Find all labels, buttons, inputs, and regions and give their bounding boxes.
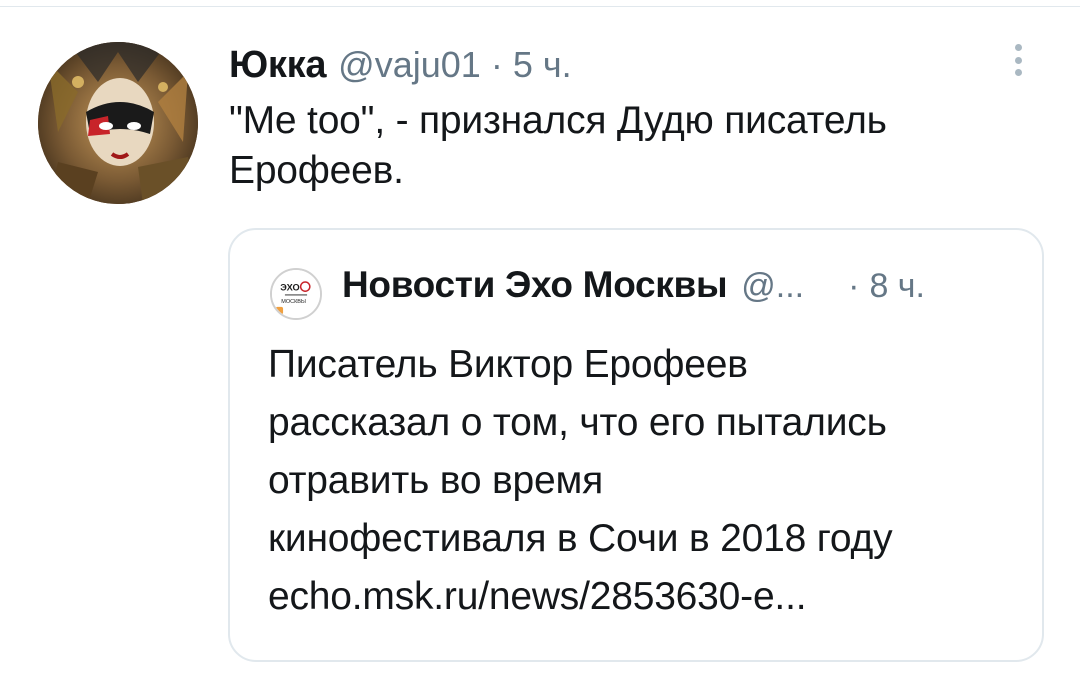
quoted-avatar[interactable]: ЭХО МОСКВЫ	[270, 268, 322, 320]
ellipsis-dot	[1014, 69, 1022, 76]
quoted-tweet-card[interactable]: ЭХО МОСКВЫ Новости Эхо Москвы @... · 8 ч…	[228, 228, 1044, 662]
quoted-tweet-timestamp[interactable]: 8 ч.	[869, 267, 925, 306]
ellipsis-dot	[1014, 44, 1022, 51]
author-display-name[interactable]: Юкка	[229, 44, 326, 87]
tweet[interactable]: Юкка @vaju01 · 5 ч. "Me too", - призналс…	[0, 0, 1080, 678]
svg-text:ЭХО: ЭХО	[280, 282, 299, 292]
author-handle[interactable]: @vaju01	[338, 44, 481, 86]
quoted-link[interactable]: echo.msk.ru/news/2853630-e...	[268, 568, 1028, 626]
vertical-ellipsis-icon[interactable]	[1006, 40, 1030, 80]
quoted-separator-dot: ·	[848, 267, 860, 305]
tweet-timestamp[interactable]: 5 ч.	[513, 44, 572, 86]
echo-moscow-logo-icon: ЭХО МОСКВЫ	[272, 270, 320, 318]
quoted-author-display-name[interactable]: Новости Эхо Москвы	[342, 264, 728, 306]
quoted-tweet-header: Новости Эхо Москвы @... · 8 ч.	[342, 264, 1022, 314]
tweet-header: Юкка @vaju01 · 5 ч.	[229, 44, 572, 92]
quoted-text-line: кинофестиваля в Сочи в 2018 году	[268, 517, 893, 560]
quoted-text-line: рассказал о том, что его пытались	[268, 401, 887, 444]
separator-dot: ·	[490, 44, 503, 85]
tweet-text: "Me too", - признался Дудю писатель Ероф…	[229, 99, 887, 192]
svg-text:МОСКВЫ: МОСКВЫ	[281, 299, 306, 305]
avatar[interactable]	[38, 42, 198, 204]
ellipsis-dot	[1014, 56, 1022, 64]
venetian-mask-avatar-icon	[38, 42, 198, 204]
quoted-text-line: Писатель Виктор Ерофеев	[268, 343, 748, 386]
quoted-tweet-text: Писатель Виктор Ерофеев рассказал о том,…	[268, 336, 1028, 626]
quoted-text-line: отравить во время	[268, 459, 604, 502]
quoted-author-handle[interactable]: @...	[741, 267, 804, 306]
